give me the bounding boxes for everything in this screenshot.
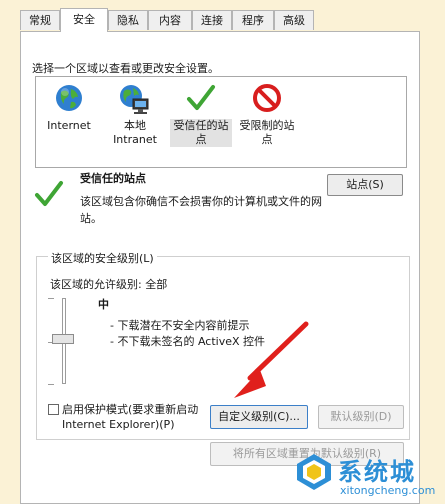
watermark-brand: 系统城	[338, 458, 416, 486]
zone-internet-label: Internet	[47, 119, 91, 132]
restricted-sites-icon	[253, 84, 281, 112]
local-intranet-icon	[120, 85, 149, 114]
tab-programs[interactable]: 程序	[232, 10, 274, 30]
protected-mode-checkbox[interactable]	[48, 404, 59, 415]
zone-internet[interactable]: Internet	[38, 83, 100, 153]
zone-restricted-sites[interactable]: 受限制的站 点	[236, 83, 298, 153]
allowed-levels-text: 该区域的允许级别: 全部	[50, 278, 168, 291]
trusted-sites-large-check-icon	[35, 181, 63, 206]
selected-zone-description: 该区域包含你确信不会损害你的计算机或文件的网 站。	[80, 195, 322, 225]
zone-trusted-sites-label: 受信任的站 点	[170, 119, 232, 147]
watermark-logo-icon	[297, 454, 331, 490]
default-level-button[interactable]: 默认级别(D)	[318, 405, 404, 429]
zone-restricted-sites-label: 受限制的站 点	[239, 119, 295, 146]
zone-local-intranet-label: 本地 Intranet	[113, 119, 157, 146]
tab-general[interactable]: 常规	[20, 10, 60, 30]
tab-connections[interactable]: 连接	[192, 10, 232, 30]
tab-privacy[interactable]: 隐私	[108, 10, 148, 30]
custom-level-button[interactable]: 自定义级别(C)...	[210, 405, 308, 429]
sites-button[interactable]: 站点(S)	[327, 174, 403, 196]
zone-instruction: 选择一个区域以查看或更改安全设置。	[32, 62, 219, 75]
tab-strip: 常规 安全 隐私 内容 连接 程序 高级	[20, 8, 420, 32]
tab-advanced[interactable]: 高级	[274, 10, 314, 30]
zone-trusted-sites[interactable]: 受信任的站 点	[170, 83, 232, 153]
watermark-url: xitongcheng.com	[340, 484, 436, 497]
watermark: 系统城 xitongcheng.com	[292, 452, 442, 502]
trusted-sites-checkmark-icon	[187, 85, 215, 110]
security-level-name: 中	[98, 298, 109, 311]
zone-local-intranet[interactable]: 本地 Intranet	[104, 83, 166, 153]
tab-security[interactable]: 安全	[60, 8, 108, 32]
internet-options-dialog: { "tabs": ["常规", "安全", "隐私", "内容", "连接",…	[0, 0, 445, 504]
internet-globe-icon	[56, 85, 82, 111]
zone-list: Internet 本地 Intranet 受信任的站 点 受限制的站 点	[35, 76, 407, 168]
annotation-arrow-icon	[234, 321, 309, 398]
security-level-slider-thumb[interactable]	[52, 334, 74, 344]
security-level-group-label: 该区域的安全级别(L)	[48, 250, 157, 266]
protected-mode-label: 启用保护模式(要求重新启动 Internet Explorer)(P)	[62, 403, 199, 431]
selected-zone-title: 受信任的站点	[80, 172, 146, 185]
tab-content[interactable]: 内容	[148, 10, 192, 30]
